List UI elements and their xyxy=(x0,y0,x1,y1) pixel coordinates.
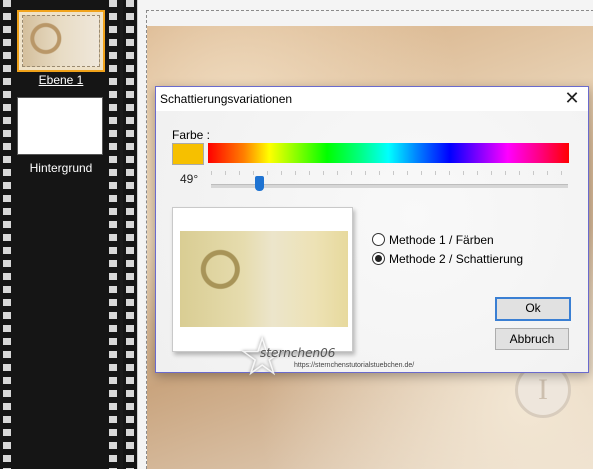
layer-label-hintergrund[interactable]: Hintergrund xyxy=(17,161,105,175)
dialog-title: Schattierungsvariationen xyxy=(160,92,293,106)
dialog-titlebar[interactable]: Schattierungsvariationen ✕ xyxy=(156,87,588,111)
method-2-label: Methode 2 / Schattierung xyxy=(389,252,524,266)
shading-variations-dialog: Schattierungsvariationen ✕ Farbe : 49° M… xyxy=(155,86,589,373)
film-perforation-left xyxy=(3,0,11,469)
cancel-button[interactable]: Abbruch xyxy=(495,328,569,350)
watermark: ☆ sternchen06 https://sternchenstutorial… xyxy=(238,330,414,390)
layer-thumbnail-image xyxy=(22,15,100,67)
layer-thumbnail-ebene1[interactable] xyxy=(17,10,105,72)
film-perforation-right xyxy=(109,0,117,469)
close-icon[interactable]: ✕ xyxy=(564,88,580,109)
method-2-radio[interactable]: Methode 2 / Schattierung xyxy=(372,252,523,266)
layer-label-ebene1[interactable]: Ebene 1 xyxy=(17,73,105,87)
filmstrip-edge xyxy=(123,0,137,469)
radio-unchecked-icon[interactable] xyxy=(372,233,385,246)
preview-image xyxy=(180,231,348,327)
layers-filmstrip: Ebene 1 Hintergrund xyxy=(0,0,120,469)
selected-color-swatch[interactable] xyxy=(172,143,204,165)
color-label: Farbe : xyxy=(172,128,211,142)
method-1-radio[interactable]: Methode 1 / Färben xyxy=(372,233,494,247)
hue-slider-thumb[interactable] xyxy=(255,176,265,191)
hue-degree-readout: 49° xyxy=(180,172,199,186)
film-perforation-edge xyxy=(126,0,134,469)
method-1-label: Methode 1 / Färben xyxy=(389,233,494,247)
layer-thumbnail-hintergrund[interactable] xyxy=(17,97,103,155)
watermark-signature: sternchen06 xyxy=(260,346,336,360)
dialog-body: Farbe : 49° Methode 1 / Färben Methode 2… xyxy=(156,111,588,372)
hue-spectrum[interactable] xyxy=(208,143,569,163)
canvas-margin-guide-top xyxy=(146,10,593,11)
ok-button[interactable]: Ok xyxy=(495,297,571,321)
hue-slider-ticks xyxy=(211,171,568,175)
hue-slider-track[interactable] xyxy=(211,184,568,188)
radio-checked-icon[interactable] xyxy=(372,252,385,265)
watermark-url: https://sternchenstutorialstuebchen.de/ xyxy=(294,362,415,369)
